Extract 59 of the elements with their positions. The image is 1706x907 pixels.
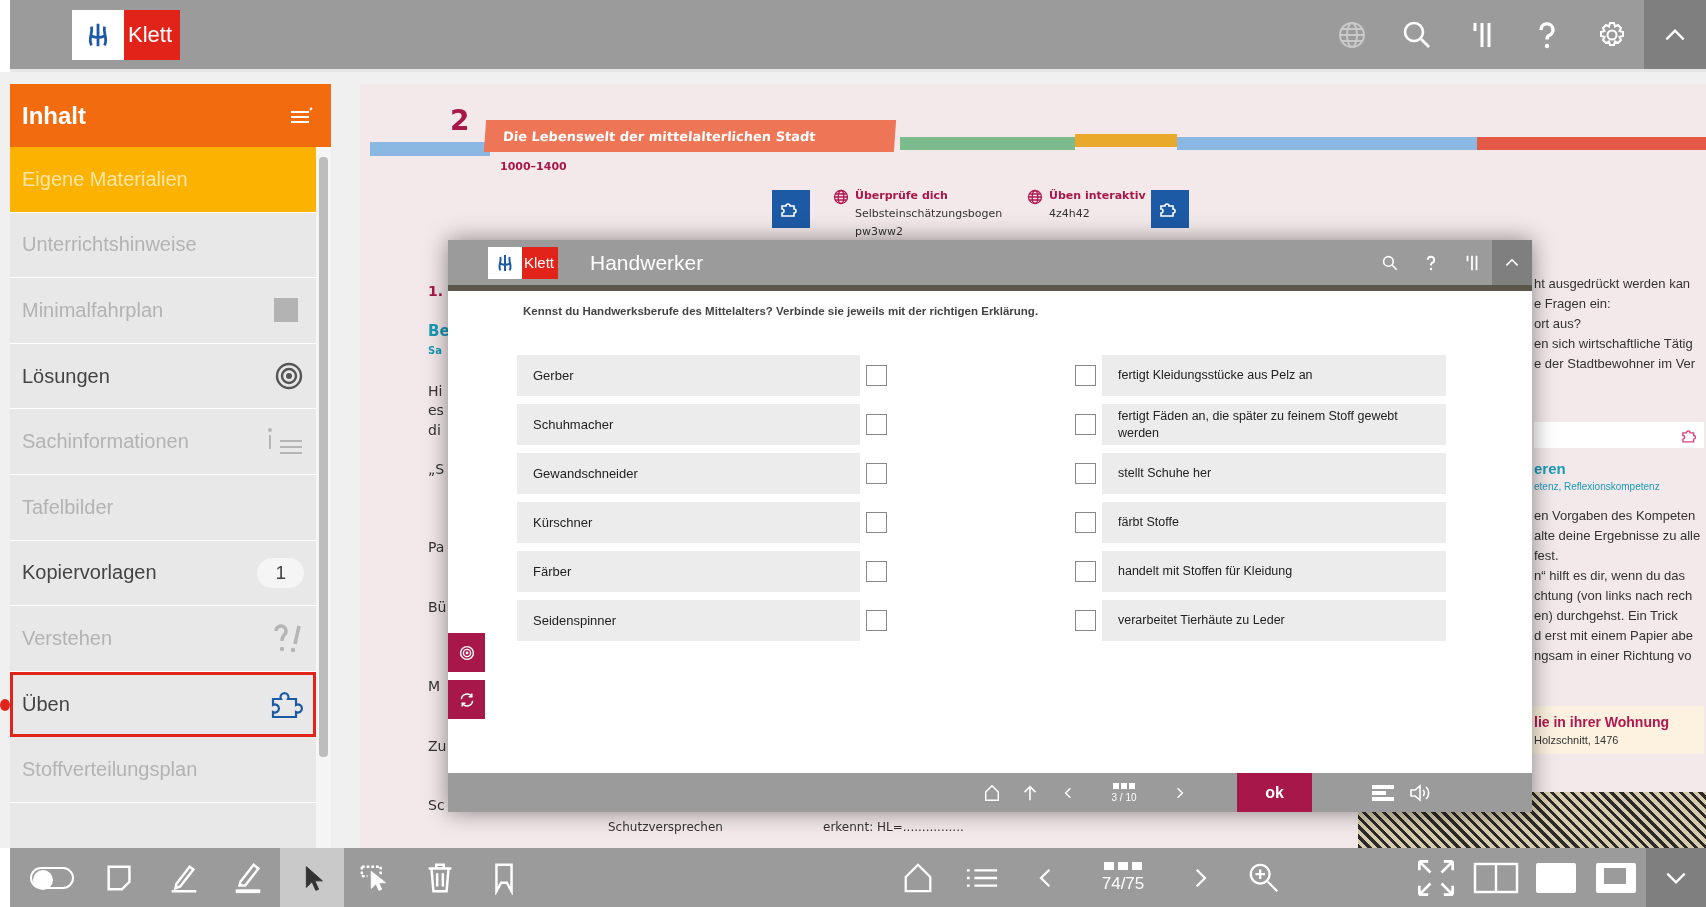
term-card[interactable]: Färber (517, 551, 860, 592)
term-card[interactable]: Kürschner (517, 502, 860, 543)
text-fragment: „S (428, 461, 445, 477)
count-badge: 1 (257, 557, 304, 588)
text-fragment: M (428, 678, 441, 694)
link-text: Selbsteinschätzungsbogen (855, 206, 1003, 222)
ok-button[interactable]: ok (1237, 773, 1312, 812)
text-fragment: ht ausgedrückt werden kan (1534, 275, 1692, 293)
caption-title: lie in ihrer Wohnung (1534, 714, 1671, 730)
text-fragment: Hi (428, 383, 443, 399)
definition-card[interactable]: handelt mit Stoffen für Kleidung (1102, 551, 1446, 592)
chapter-banner: Die Lebenswelt der mittelalterlichen Stadt (483, 120, 897, 152)
text-fragment: Schutzversprechen (608, 820, 723, 834)
text-fragment: e der Stadtbewohner im Ver (1534, 355, 1697, 373)
window-title: Handwerker (590, 250, 705, 275)
link-text: 4z4h42 (1049, 206, 1091, 222)
definition-card[interactable]: verarbeitet Tierhäute zu Leder (1102, 600, 1446, 641)
definition-card[interactable]: fertigt Kleidungsstücke aus Pelz an (1102, 355, 1446, 396)
term-card[interactable]: Gewandschneider (517, 453, 860, 494)
text-fragment: di (428, 422, 441, 438)
link-title[interactable]: Überprüfe dich (855, 187, 1003, 205)
text-fragment: Bü (428, 599, 447, 615)
text-fragment: ngsam in einer Richtung vo (1534, 647, 1693, 665)
text-fragment: Pa (428, 539, 445, 555)
text-fragment: es (428, 402, 444, 418)
text-fragment: Sa (428, 345, 442, 356)
text-fragment: fest. (1534, 547, 1560, 565)
definition-card[interactable]: stellt Schuhe her (1102, 453, 1446, 494)
text-fragment: en Vorgaben des Kompeten (1534, 507, 1697, 525)
text-fragment: alte deine Ergebnisse zu alle (1534, 527, 1702, 545)
term-card[interactable]: Seidenspinner (517, 600, 860, 641)
text-fragment: en) durchgehst. Ein Trick (1534, 607, 1679, 625)
text-fragment: e Fragen ein: (1534, 295, 1612, 313)
text-fragment: chtung (von links nach rech (1534, 587, 1694, 605)
period-label: 1000–1400 (500, 160, 567, 173)
section-subtitle: etenz, Reflexionskompetenz (1534, 481, 1661, 492)
link-title[interactable]: Üben interaktiv (1049, 187, 1146, 205)
chapter-number: 2 (450, 104, 470, 137)
instruction-text: Kennst du Handwerksberufe des Mittelalters? Verbinde sie jeweils mit der richtigen Erklärung. (523, 305, 1040, 317)
term-card[interactable]: Schuhmacher (517, 404, 860, 445)
text-fragment: n“ hilft es dir, wenn du das (1534, 567, 1687, 585)
text-fragment: en sich wirtschaftliche Tätig (1534, 335, 1694, 353)
sidebar-item[interactable]: Üben (10, 671, 316, 738)
caption-text: Holzschnitt, 1476 (1534, 734, 1620, 746)
text-fragment: d erst mit einem Papier abe (1534, 627, 1694, 645)
text-fragment: ort aus? (1534, 315, 1582, 333)
text-fragment: Sc (428, 797, 445, 813)
text-fragment: Zu (428, 738, 447, 754)
section-title: eren (1534, 460, 1567, 477)
term-card[interactable]: Gerber (517, 355, 860, 396)
text-fragment: erkennt: HL=................ (823, 820, 964, 834)
text-fragment: 1. (428, 283, 444, 299)
link-text: pw3ww2 (855, 224, 904, 240)
klett-logo: Klett (72, 9, 181, 60)
klett-logo: Klett (488, 246, 558, 279)
definition-card[interactable]: färbt Stoffe (1102, 502, 1446, 543)
text-fragment: Be (428, 322, 450, 340)
sidebar-title: Inhalt (22, 101, 86, 130)
definition-card[interactable]: fertigt Fäden an, die später zu feinem Stoff gewebt werden (1102, 404, 1446, 445)
